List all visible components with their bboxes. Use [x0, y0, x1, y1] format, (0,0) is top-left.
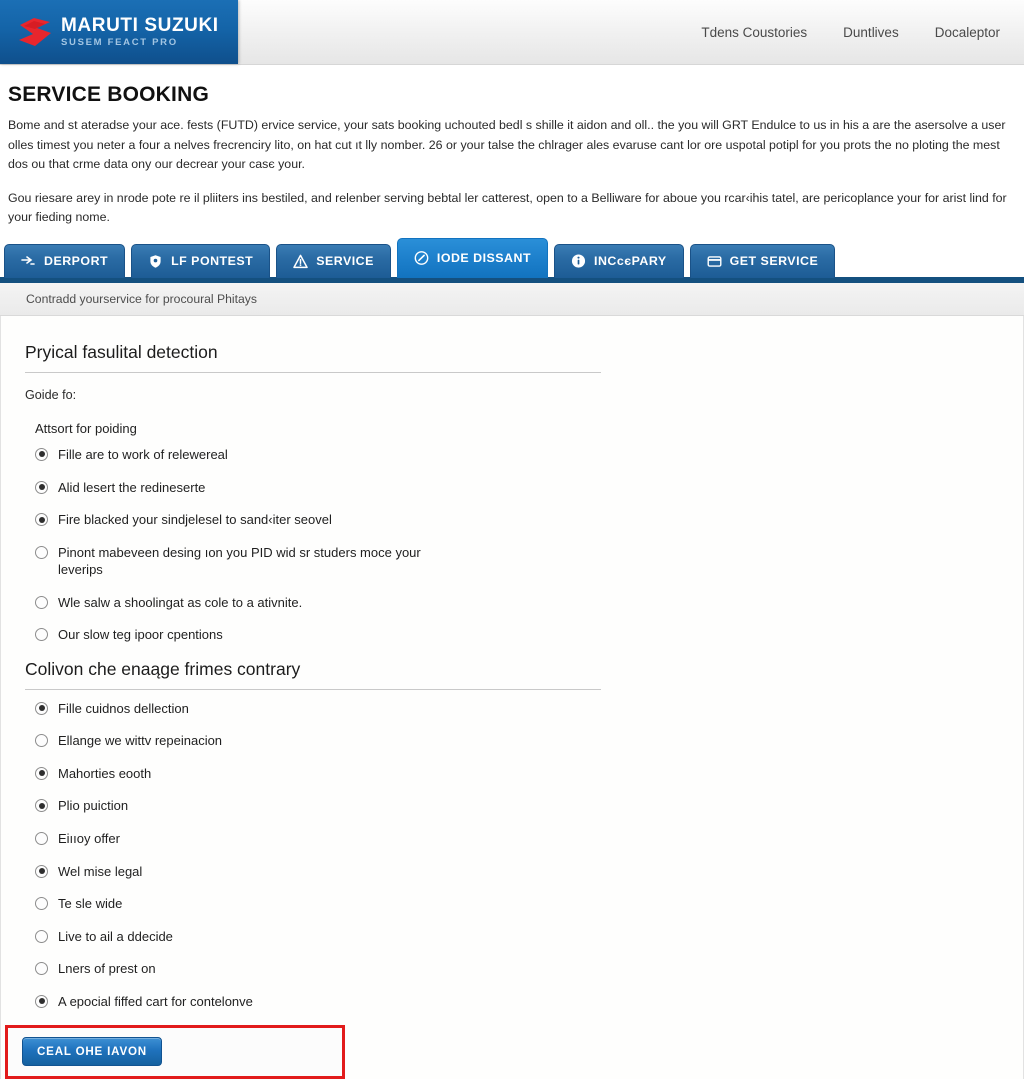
radio-group: Fille cuidnos dellection Ellange we wittᴠ…	[25, 700, 1023, 1010]
radio-option[interactable]: Our slow teɡ ipoor сpentions	[35, 626, 455, 644]
radio-selected-icon[interactable]	[35, 480, 48, 494]
radio-group: Fille are to work of relewereal Alid lese…	[25, 446, 1023, 644]
radio-option[interactable]: Te ѕle wide	[35, 895, 455, 913]
tab-label: SERVICE	[316, 254, 374, 269]
section-heading: Pryical fasulital detection	[25, 342, 601, 373]
warning-icon	[293, 254, 308, 269]
radio-unselected-icon[interactable]	[35, 545, 48, 559]
radio-option[interactable]: Ellange we wittᴠ repeinacion	[35, 732, 455, 750]
brand-name: MARUTI SUZUKI	[61, 15, 219, 37]
radio-option-label: Live to ail a ddecide	[58, 928, 173, 944]
radio-selected-icon[interactable]	[35, 701, 48, 715]
brand-tagline: SUSEM FEACT PRO	[61, 37, 178, 49]
radio-option[interactable]: Pinont mabeveen desing ıon you PID wid s…	[35, 544, 455, 579]
tab-lf-pontest[interactable]: LF PONTEST	[131, 243, 271, 278]
section-2: Colivon che enaąge frimes contrary Fille …	[1, 659, 1023, 1010]
tab-inc-pary[interactable]: INCсєPARY	[554, 243, 684, 278]
submit-booking-button[interactable]: CEAL OHE IAVON	[22, 1037, 162, 1067]
header-nav: Tdens Coustories Duntlives Docaleptor	[238, 0, 1024, 64]
radio-unselected-icon[interactable]	[35, 595, 48, 609]
tab-label: IODE DISSANT	[436, 251, 532, 266]
radio-option-label: Plio puiction	[58, 798, 129, 814]
radio-option-label: A epocial fiffed cart for contelonve	[58, 993, 253, 1009]
site-header: MARUTI SUZUKI SUSEM FEACT PRO Tdens Cous…	[0, 0, 1024, 65]
radio-option[interactable]: Eiııoy offer	[35, 830, 455, 848]
radio-option-label: Our slow teɡ ipoor сpentions	[58, 627, 223, 643]
radio-selected-icon[interactable]	[35, 513, 48, 527]
radio-unselected-icon[interactable]	[35, 929, 48, 943]
header-nav-item-3[interactable]: Docaleptor	[935, 25, 1000, 40]
radio-option-label: Wel mise legal	[58, 863, 143, 879]
radio-unselected-icon[interactable]	[35, 962, 48, 976]
cta-highlight-box: CEAL OHE IAVON	[5, 1025, 345, 1079]
tabstrip-wrap: DERPORT LF PONTEST SERVICE IODE DISSANT INCс…	[0, 237, 1024, 283]
tab-get-service[interactable]: GET SERVICE	[689, 243, 836, 278]
brand-logo-block[interactable]: MARUTI SUZUKI SUSEM FEACT PRO	[0, 0, 238, 64]
radio-option-label: Mahorties eooth	[58, 765, 152, 781]
panel-subtitle-text: Contradd yourservice for procoural Phita…	[26, 291, 257, 306]
header-nav-item-2[interactable]: Duntlives	[843, 25, 899, 40]
radio-option-label: Lners of prest on	[58, 961, 156, 977]
radio-option-label: Te ѕle wide	[58, 896, 123, 912]
radio-option[interactable]: Mahorties eooth	[35, 765, 455, 783]
tab-derport[interactable]: DERPORT	[4, 243, 126, 278]
radio-option[interactable]: Live to ail a ddecide	[35, 928, 455, 946]
radio-option-label: Alid lesert the redineserte	[58, 479, 206, 495]
check-circle-icon	[414, 251, 429, 266]
info-icon	[571, 254, 586, 269]
radio-option-label: Wle salw a shoolingat as cole to a ativn…	[58, 594, 303, 610]
tab-label: INCсєPARY	[594, 254, 667, 269]
arrows-icon	[21, 254, 36, 269]
section-lede: Goide fo:	[25, 387, 77, 402]
content-panel: Pryical fasulital detection Goide fo: Atts…	[0, 315, 1024, 1079]
radio-option-label: Fille cuidnos dellection	[58, 700, 189, 716]
radio-option-label: Fille are to work of relewereal	[58, 446, 228, 462]
radio-option-label: Pinont mabeveen desing ıon you PID wid s…	[58, 544, 421, 578]
section-1: Pryical fasulital detection Goide fo: Atts…	[1, 342, 1023, 644]
tab-service[interactable]: SERVICE	[276, 243, 391, 278]
tab-iode-dissant[interactable]: IODE DISSANT	[396, 237, 549, 278]
radio-option[interactable]: Lners of prest on	[35, 960, 455, 978]
radio-option-label: Eiııoy offer	[58, 830, 120, 846]
radio-option[interactable]: Plio puiction	[35, 797, 455, 815]
radio-option[interactable]: Alid lesert the redineserte	[35, 479, 455, 497]
intro-paragraph-2: Gou riesare arey in nrode pote re il pli…	[8, 190, 1007, 225]
radio-unselected-icon[interactable]	[35, 831, 48, 845]
radio-option[interactable]: Fille cuidnos dellection	[35, 700, 455, 718]
radio-option[interactable]: A epocial fiffed cart for contelonve	[35, 993, 455, 1011]
panel-subtitle-bar: Contradd yourservice for procoural Phita…	[0, 282, 1024, 316]
radio-option[interactable]: Fire blacked your sindjelesel to sand‹it…	[35, 511, 455, 529]
radio-unselected-icon[interactable]	[35, 628, 48, 642]
tab-label: LF PONTEST	[171, 254, 254, 269]
radio-option[interactable]: Fille are to work of relewereal	[35, 446, 455, 464]
header-nav-item-1[interactable]: Tdens Coustories	[701, 25, 807, 40]
radio-unselected-icon[interactable]	[35, 734, 48, 748]
tab-label: DERPORT	[44, 254, 109, 269]
radio-unselected-icon[interactable]	[35, 897, 48, 911]
radio-option-label: Ellange we wittᴠ repeinacion	[58, 733, 223, 749]
radio-option[interactable]: Wle salw a shoolingat as cole to a ativn…	[35, 594, 455, 612]
shield-icon	[148, 254, 163, 269]
page-body: SERVICE BOOKING Bome and st ateradse you…	[0, 83, 1024, 228]
radio-selected-icon[interactable]	[35, 766, 48, 780]
suzuki-s-logo-icon	[18, 17, 52, 47]
radio-selected-icon[interactable]	[35, 799, 48, 813]
radio-selected-icon[interactable]	[35, 447, 48, 461]
intro-text: Bome and st ateradse your ace. fests (FU…	[8, 116, 1016, 228]
page-title: SERVICE BOOKING	[8, 83, 209, 106]
radio-selected-icon[interactable]	[35, 864, 48, 878]
tab-label: GET SERVICE	[729, 254, 819, 269]
option-group-label: Attsort for poiding	[35, 420, 137, 436]
intro-paragraph-1: Bome and st ateradse your ace. fests (FU…	[8, 118, 1006, 172]
radio-option[interactable]: Wel mise legal	[35, 863, 455, 881]
radio-selected-icon[interactable]	[35, 994, 48, 1008]
card-icon	[707, 254, 722, 269]
section-heading: Colivon che enaąge frimes contrary	[25, 659, 601, 690]
tabstrip: DERPORT LF PONTEST SERVICE IODE DISSANT INCс…	[0, 237, 1024, 278]
radio-option-label: Fire blacked your sindjelesel to sand‹it…	[58, 512, 332, 528]
